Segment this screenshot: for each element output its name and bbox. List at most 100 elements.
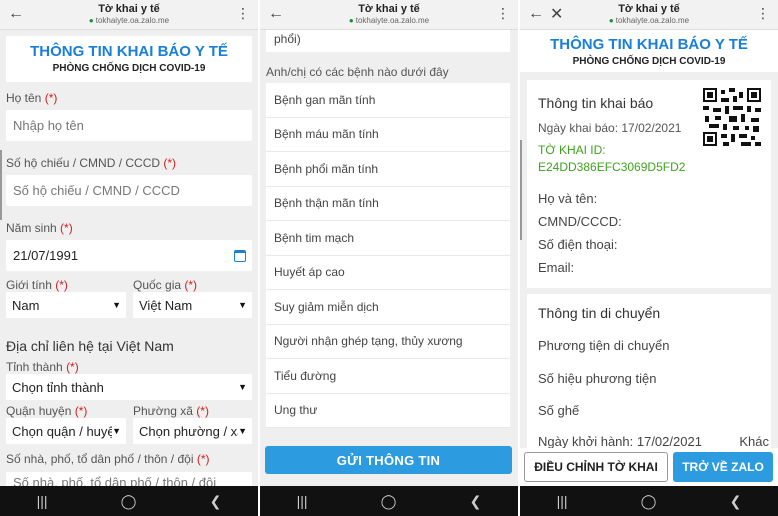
fullname-label: Họ và tên:	[538, 191, 598, 206]
district-label: Quận huyện (*)	[6, 404, 88, 418]
transport-label: Phương tiện di chuyển	[538, 338, 670, 353]
country-select[interactable]: Việt Nam ▼	[133, 292, 252, 318]
form-header: THÔNG TIN KHAI BÁO Y TẾ PHÒNG CHỐNG DỊCH…	[6, 36, 252, 82]
passport-label: Số hộ chiếu / CMND / CCCD (*)	[6, 156, 177, 170]
street-label: Số nhà, phố, tổ dân phố / thôn / đội (*)	[6, 452, 210, 466]
browser-toolbar: ← Tờ khai y tế ● tokhaiyte.oa.zalo.me ⋮	[260, 0, 518, 30]
url-bar[interactable]: ● tokhaiyte.oa.zalo.me	[260, 16, 518, 25]
country-value: Việt Nam	[139, 297, 193, 313]
name-input[interactable]: Nhập họ tên	[6, 110, 252, 141]
chevron-down-icon: ▼	[238, 426, 247, 436]
scrollbar[interactable]	[0, 150, 2, 220]
disease-item[interactable]: Bệnh gan mãn tính	[266, 83, 510, 118]
declaration-card-title: Thông tin khai báo	[538, 95, 654, 111]
province-label: Tỉnh thành (*)	[6, 360, 79, 374]
browser-toolbar: ← Tờ khai y tế ● tokhaiyte.oa.zalo.me ⋮	[0, 0, 258, 30]
disease-item[interactable]: Người nhận ghép tạng, thủy xương	[266, 325, 510, 359]
passport-input[interactable]: Số hộ chiếu / CMND / CCCD	[6, 175, 252, 206]
scrollbar[interactable]	[520, 140, 522, 240]
phone-label: Số điện thoại:	[538, 237, 618, 252]
page-title: Tờ khai y tế	[618, 3, 680, 15]
idcard-label: CMND/CCCD:	[538, 214, 622, 229]
qr-code-icon	[703, 88, 761, 146]
gender-select[interactable]: Nam ▼	[6, 292, 126, 318]
url-text: tokhaiyte.oa.zalo.me	[95, 16, 170, 25]
lock-icon: ●	[88, 16, 94, 25]
lock-icon: ●	[608, 16, 614, 25]
seat-label: Số ghế	[538, 403, 580, 418]
url-text: tokhaiyte.oa.zalo.me	[355, 16, 430, 25]
action-bar: ĐIỀU CHỈNH TỜ KHAI TRỞ VỀ ZALO	[520, 448, 778, 486]
android-nav-bar: ||| ◯ ❮	[0, 486, 258, 516]
home-icon[interactable]: ◯	[121, 493, 137, 510]
form-screen: ← Tờ khai y tế ● tokhaiyte.oa.zalo.me ⋮ T…	[0, 0, 258, 516]
submit-button[interactable]: GỬI THÔNG TIN	[265, 446, 512, 474]
browser-toolbar: ← ✕ Tờ khai y tế ● tokhaiyte.oa.zalo.me ⋮	[520, 0, 778, 30]
chevron-down-icon: ▼	[238, 382, 247, 392]
disease-item[interactable]: Suy giảm miễn dịch	[266, 290, 510, 325]
district-value: Chọn quận / huyện	[12, 423, 122, 439]
android-nav-bar: ||| ◯ ❮	[260, 486, 518, 516]
disease-item[interactable]: Bệnh tim mạch	[266, 221, 510, 256]
chevron-down-icon: ▼	[238, 300, 247, 310]
gender-value: Nam	[12, 297, 40, 313]
url-bar[interactable]: ● tokhaiyte.oa.zalo.me	[520, 16, 778, 25]
lock-icon: ●	[348, 16, 354, 25]
declaration-date: Ngày khai báo: 17/02/2021	[538, 121, 682, 135]
email-label: Email:	[538, 260, 575, 275]
district-select[interactable]: Chọn quận / huyện ▼	[6, 418, 126, 444]
recents-icon[interactable]: |||	[297, 493, 308, 509]
header-subtitle: PHÒNG CHỐNG DỊCH COVID-19	[572, 56, 726, 67]
more-vertical-icon[interactable]: ⋮	[496, 6, 510, 20]
province-value: Chọn tỉnh thành	[12, 379, 104, 395]
android-nav-bar: ||| ◯ ❮	[520, 486, 778, 516]
declaration-card: Thông tin khai báo Ngày khai báo: 17/02/…	[527, 80, 771, 288]
travel-card-title: Thông tin di chuyển	[538, 305, 661, 321]
nav-back-icon[interactable]: ❮	[210, 493, 222, 510]
disease-list: Bệnh gan mãn tính Bệnh máu mãn tính Bệnh…	[266, 83, 510, 428]
recents-icon[interactable]: |||	[37, 493, 48, 509]
address-heading: Địa chỉ liên hệ tại Việt Nam	[6, 338, 174, 354]
header-subtitle: PHÒNG CHỐNG DỊCH COVID-19	[52, 63, 206, 74]
disease-item[interactable]: Huyết áp cao	[266, 256, 510, 290]
name-label: Họ tên (*)	[6, 91, 58, 105]
nav-back-icon[interactable]: ❮	[730, 493, 742, 510]
departure-date: Ngày khởi hành: 17/02/2021	[538, 434, 702, 449]
declaration-id-label: TỜ KHAI ID:	[538, 143, 606, 157]
nav-back-icon[interactable]: ❮	[470, 493, 482, 510]
page-title: Tờ khai y tế	[358, 3, 420, 15]
disease-item[interactable]: Tiểu đường	[266, 359, 510, 394]
more-vertical-icon[interactable]: ⋮	[236, 6, 250, 20]
gender-label: Giới tính (*)	[6, 278, 68, 292]
declaration-id-value: E24DD386EFC3069D5FD2	[538, 160, 686, 174]
home-icon[interactable]: ◯	[381, 493, 397, 510]
disease-screen: phổi) ← Tờ khai y tế ● tokhaiyte.oa.zalo.…	[260, 0, 518, 516]
url-text: tokhaiyte.oa.zalo.me	[615, 16, 690, 25]
edit-declaration-button[interactable]: ĐIỀU CHỈNH TỜ KHAI	[524, 452, 668, 482]
prev-fragment: phổi)	[274, 32, 301, 46]
ward-select[interactable]: Chọn phường / xã ▼	[133, 418, 252, 444]
url-bar[interactable]: ● tokhaiyte.oa.zalo.me	[0, 16, 258, 25]
chevron-down-icon: ▼	[112, 300, 121, 310]
recents-icon[interactable]: |||	[557, 493, 568, 509]
page-title: Tờ khai y tế	[98, 3, 160, 15]
ward-label: Phường xã (*)	[133, 404, 209, 418]
prev-field-card: phổi)	[266, 30, 510, 52]
disease-item[interactable]: Bệnh thận mãn tính	[266, 187, 510, 221]
calendar-icon[interactable]	[234, 249, 246, 262]
summary-header: THÔNG TIN KHAI BÁO Y TẾ PHÒNG CHỐNG DỊCH…	[520, 30, 778, 72]
disease-item[interactable]: Bệnh phổi mãn tính	[266, 152, 510, 187]
dob-input[interactable]: 21/07/1991	[6, 240, 252, 271]
vehicle-number-label: Số hiệu phương tiện	[538, 371, 657, 386]
summary-screen: ← ✕ Tờ khai y tế ● tokhaiyte.oa.zalo.me ⋮…	[520, 0, 778, 516]
more-vertical-icon[interactable]: ⋮	[756, 6, 770, 20]
home-icon[interactable]: ◯	[641, 493, 657, 510]
disease-item[interactable]: Bệnh máu mãn tính	[266, 118, 510, 152]
back-to-zalo-button[interactable]: TRỞ VỀ ZALO	[673, 452, 773, 482]
other-fragment: Khác	[739, 434, 769, 449]
dob-label: Năm sinh (*)	[6, 221, 73, 235]
province-select[interactable]: Chọn tỉnh thành ▼	[6, 374, 252, 400]
disease-item[interactable]: Ung thư	[266, 394, 510, 428]
travel-card: Thông tin di chuyển Phương tiện di chuyể…	[527, 294, 771, 454]
country-label: Quốc gia (*)	[133, 278, 198, 292]
